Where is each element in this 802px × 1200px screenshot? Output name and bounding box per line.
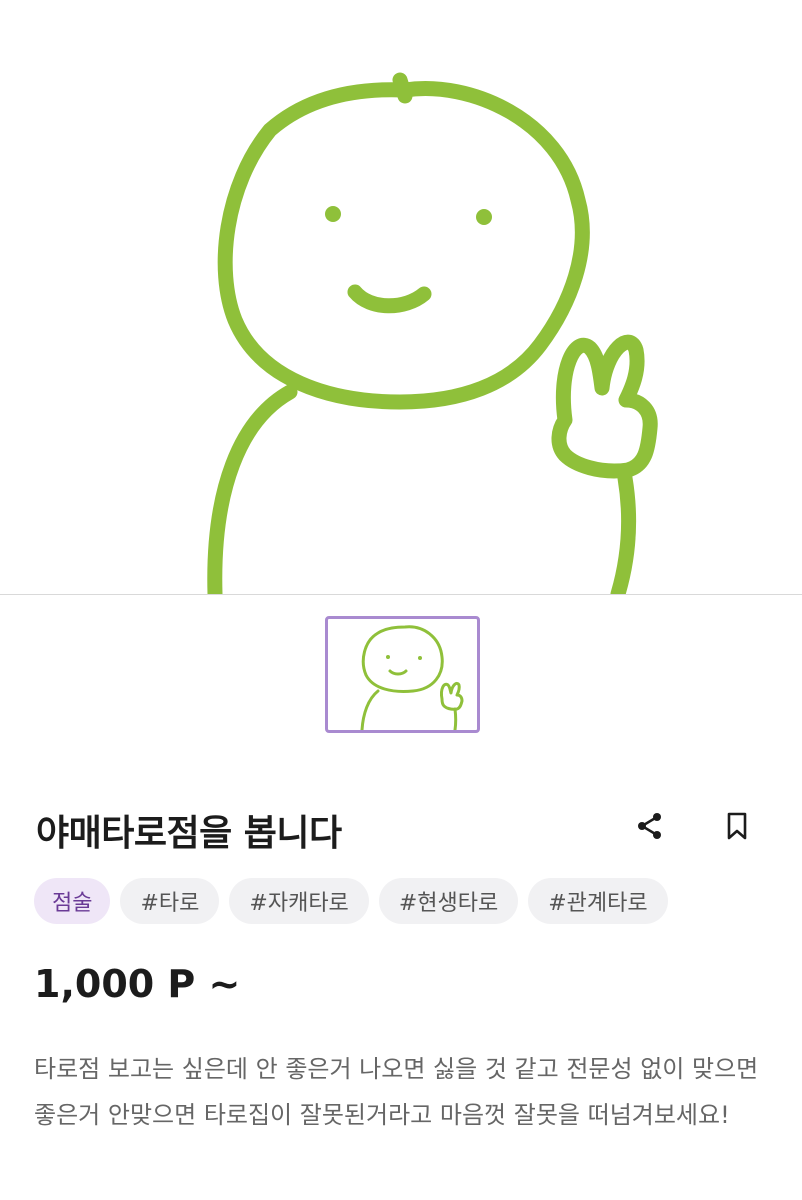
bookmark-icon bbox=[727, 812, 747, 840]
hashtag[interactable]: #자캐타로 bbox=[229, 878, 369, 924]
hashtag[interactable]: #타로 bbox=[120, 878, 220, 924]
product-main-image bbox=[0, 0, 802, 595]
image-thumbnail[interactable] bbox=[325, 616, 480, 733]
share-button[interactable] bbox=[630, 806, 670, 846]
category-tag[interactable]: 점술 bbox=[34, 878, 111, 924]
doodle-character bbox=[207, 72, 658, 594]
product-header: 야매타로점을 봅니다 bbox=[36, 800, 766, 854]
hashtag[interactable]: #현생타로 bbox=[378, 878, 519, 924]
product-title: 야매타로점을 봅니다 bbox=[36, 813, 342, 854]
hashtag[interactable]: #관계타로 bbox=[528, 878, 668, 924]
product-price: 1,000 P ~ bbox=[34, 962, 241, 1006]
product-description: 타로점 보고는 싶은데 안 좋은거 나오면 싫을 것 같고 전문성 없이 맞으면… bbox=[34, 1055, 759, 1129]
bookmark-button[interactable] bbox=[717, 806, 757, 846]
share-icon bbox=[638, 813, 661, 839]
tag-list: 점술 #타로 #자캐타로 #현생타로 #관계타로 bbox=[34, 878, 668, 924]
